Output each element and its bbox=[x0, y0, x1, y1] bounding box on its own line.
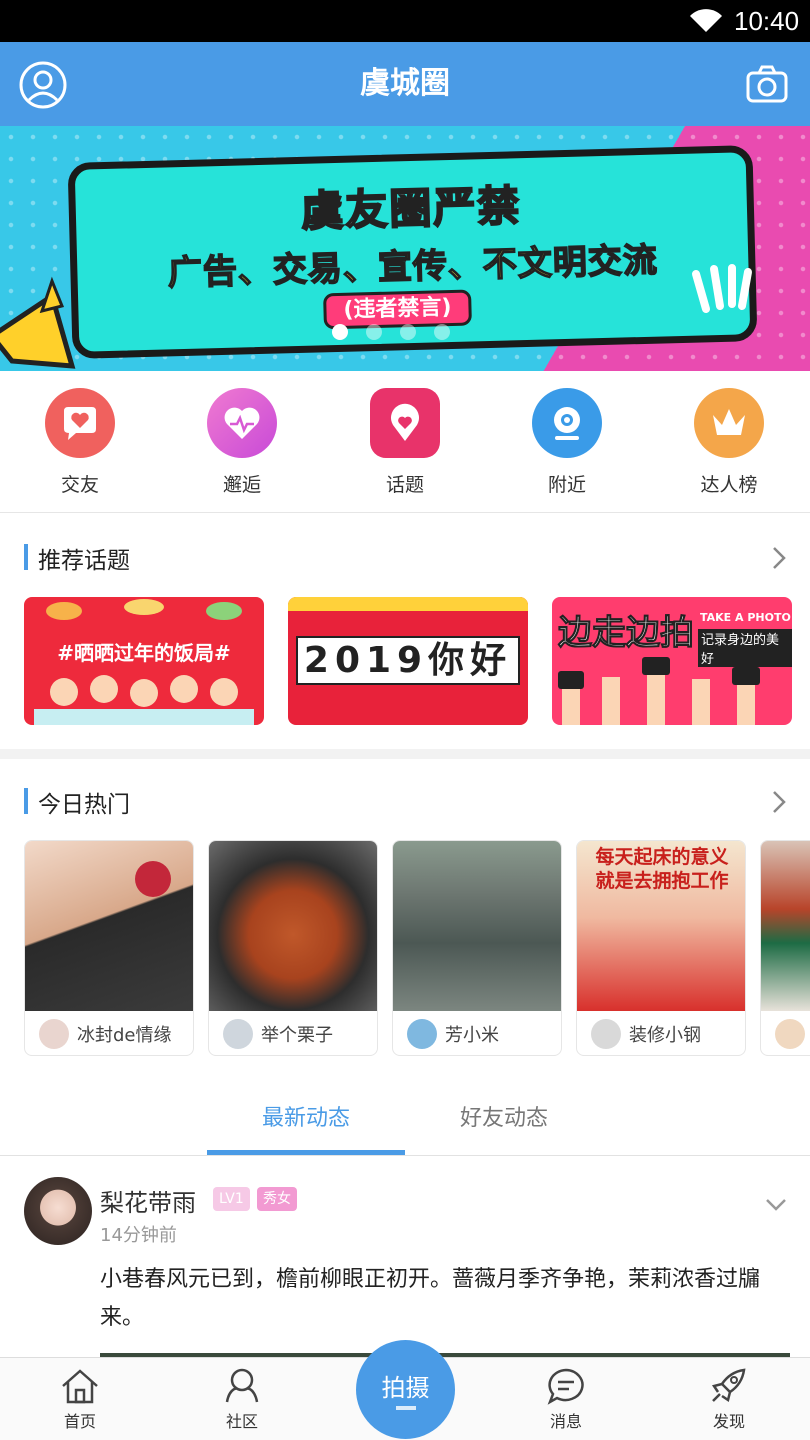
status-time: 10:40 bbox=[734, 6, 800, 36]
location-icon bbox=[532, 388, 602, 458]
camera-icon[interactable] bbox=[746, 64, 788, 104]
post-content: 小巷春风元已到，檐前柳眼正初开。蔷薇月季齐争艳，茉莉浓香过牖来。 bbox=[100, 1267, 761, 1330]
rocket-icon bbox=[711, 1368, 746, 1403]
topic-card[interactable]: #晒晒过年的饭局# bbox=[24, 597, 264, 725]
avatar bbox=[775, 1019, 805, 1049]
post-time: 14分钟前 bbox=[100, 1225, 177, 1246]
topic-card[interactable]: 2019你好 bbox=[288, 597, 528, 725]
quick-entry-topics[interactable]: 话题 bbox=[345, 385, 465, 505]
tab-friends[interactable]: 好友动态 bbox=[404, 1100, 604, 1132]
hot-card-author: 举个栗子 bbox=[261, 1025, 333, 1046]
menu-lines-icon bbox=[396, 1406, 416, 1410]
hot-card-image bbox=[25, 841, 193, 1011]
app-header: 虞城圈 bbox=[0, 42, 810, 126]
hot-card-image bbox=[209, 841, 377, 1011]
hot-card[interactable]: 冰封de情缘 bbox=[24, 840, 194, 1056]
status-bar: 10:40 bbox=[0, 0, 810, 42]
hot-card-author: 冰封de情缘 bbox=[77, 1025, 172, 1046]
level-badge: LV1 bbox=[213, 1187, 250, 1211]
section-divider bbox=[0, 749, 810, 759]
nav-label: 消息 bbox=[549, 1412, 582, 1431]
avatar bbox=[223, 1019, 253, 1049]
topic-title-text: 2019你好 bbox=[295, 636, 521, 685]
wifi-icon bbox=[690, 9, 722, 32]
chevron-right-icon[interactable] bbox=[770, 789, 788, 815]
quick-entry-make-friends[interactable]: 交友 bbox=[20, 385, 140, 505]
nav-discover[interactable]: 发现 bbox=[669, 1366, 789, 1432]
heartbeat-icon bbox=[207, 388, 277, 458]
pager-dot[interactable] bbox=[400, 324, 416, 340]
exclamation-icon bbox=[692, 264, 752, 313]
topic-card[interactable]: 边走边拍 TAKE A PHOTO 记录身边的美好 bbox=[552, 597, 792, 725]
shoot-button[interactable]: 拍摄 bbox=[356, 1340, 455, 1439]
nav-home[interactable]: 首页 bbox=[20, 1366, 140, 1432]
topic-decoration bbox=[288, 597, 528, 611]
section-marker bbox=[24, 788, 28, 814]
hot-card-image-text: 每天起床的意义就是去拥抱工作 bbox=[595, 846, 729, 892]
home-icon bbox=[62, 1369, 98, 1404]
topic-title: #晒晒过年的饭局# bbox=[57, 641, 231, 665]
section-marker bbox=[24, 544, 28, 570]
quick-entry-label: 交友 bbox=[60, 474, 99, 496]
section-title: 今日热门 bbox=[38, 792, 130, 818]
pager-dot[interactable] bbox=[366, 324, 382, 340]
announcement-banner[interactable]: 虞友圈严禁 广告、交易、宣传、不文明交流 (违者禁言) bbox=[0, 126, 810, 371]
quick-entry-nearby[interactable]: 附近 bbox=[507, 385, 627, 505]
feed-tabs: 最新动态 好友动态 bbox=[0, 1082, 810, 1156]
quick-entries: 交友 邂逅 话题 附近 达人榜 bbox=[0, 371, 810, 513]
heart-chat-icon bbox=[45, 388, 115, 458]
hot-card-image bbox=[761, 841, 810, 1011]
page-title: 虞城圈 bbox=[360, 66, 450, 101]
nav-community[interactable]: 社区 bbox=[182, 1366, 302, 1432]
tab-latest[interactable]: 最新动态 bbox=[206, 1100, 406, 1132]
hot-card[interactable]: 芳小米 bbox=[392, 840, 562, 1056]
hot-card-author: 芳小米 bbox=[445, 1025, 499, 1046]
hot-today-header[interactable]: 今日热门 bbox=[0, 771, 810, 831]
avatar bbox=[407, 1019, 437, 1049]
nav-label: 发现 bbox=[712, 1412, 745, 1431]
hot-card-image: 每天起床的意义就是去拥抱工作 bbox=[577, 841, 745, 1011]
feed-post[interactable]: 梨花带雨 LV1 秀女 14分钟前 小巷春风元已到，檐前柳眼正初开。蔷薇月季齐争… bbox=[0, 1157, 810, 1359]
topic-title: 边走边拍 bbox=[558, 613, 695, 654]
message-icon bbox=[547, 1368, 584, 1405]
quick-entry-label: 话题 bbox=[385, 474, 424, 496]
shoot-button-label: 拍摄 bbox=[381, 1374, 430, 1402]
tab-indicator bbox=[207, 1150, 405, 1155]
heart-pin-icon bbox=[370, 388, 440, 458]
hot-card-author: 装修小钢 bbox=[629, 1025, 701, 1046]
avatar[interactable] bbox=[24, 1177, 92, 1245]
avatar bbox=[591, 1019, 621, 1049]
nav-label: 社区 bbox=[225, 1412, 258, 1431]
pager-dot[interactable] bbox=[332, 324, 348, 340]
quick-entry-label: 达人榜 bbox=[700, 474, 758, 496]
crown-icon bbox=[694, 388, 764, 458]
chevron-right-icon[interactable] bbox=[770, 545, 788, 571]
nav-messages[interactable]: 消息 bbox=[506, 1366, 626, 1432]
hands-illustration bbox=[558, 657, 760, 725]
recommended-topics-header[interactable]: 推荐话题 bbox=[0, 527, 810, 587]
hot-card[interactable]: 举个栗子 bbox=[208, 840, 378, 1056]
quick-entry-encounter[interactable]: 邂逅 bbox=[182, 385, 302, 505]
hot-card-image bbox=[393, 841, 561, 1011]
quick-entry-label: 附近 bbox=[547, 474, 586, 496]
topic-title: 2019你好 bbox=[288, 631, 528, 685]
chevron-down-icon[interactable] bbox=[764, 1197, 788, 1213]
nav-label: 首页 bbox=[63, 1412, 96, 1431]
pager-dot[interactable] bbox=[434, 324, 450, 340]
hot-card[interactable]: 每天起床的意义就是去拥抱工作 装修小钢 bbox=[576, 840, 746, 1056]
hot-card[interactable] bbox=[760, 840, 810, 1056]
section-title: 推荐话题 bbox=[38, 548, 130, 574]
banner-pager bbox=[330, 324, 460, 340]
community-icon bbox=[225, 1368, 259, 1403]
quick-entry-ranking[interactable]: 达人榜 bbox=[669, 385, 789, 505]
post-author[interactable]: 梨花带雨 bbox=[100, 1183, 196, 1218]
tag-badge: 秀女 bbox=[257, 1187, 297, 1211]
avatar bbox=[39, 1019, 69, 1049]
quick-entry-label: 邂逅 bbox=[222, 474, 261, 496]
topic-tag: TAKE A PHOTO bbox=[700, 611, 791, 624]
